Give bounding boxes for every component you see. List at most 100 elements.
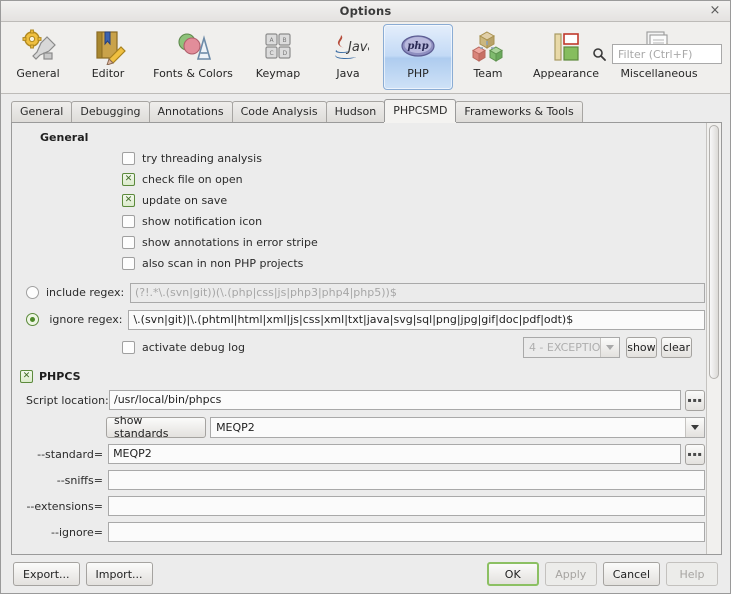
- tab-hudson[interactable]: Hudson: [326, 101, 386, 122]
- option-try-threading-analysis[interactable]: try threading analysis: [122, 148, 705, 169]
- standard-label: --standard=: [26, 448, 103, 461]
- svg-text:D: D: [283, 50, 288, 57]
- tab-general[interactable]: General: [11, 101, 72, 122]
- standard-row: --standard= MEQP2: [12, 441, 705, 467]
- category-label: Appearance: [533, 67, 599, 80]
- cancel-button[interactable]: Cancel: [603, 562, 660, 586]
- tab-code-analysis[interactable]: Code Analysis: [232, 101, 327, 122]
- debug-level-select[interactable]: 4 - EXCEPTION: [523, 337, 620, 358]
- category-label: Miscellaneous: [620, 67, 697, 80]
- close-icon[interactable]: ×: [708, 4, 722, 18]
- sniffs-input[interactable]: [108, 470, 705, 490]
- checkbox-also-scan-non-php[interactable]: [122, 257, 135, 270]
- category-php[interactable]: php PHP: [383, 24, 453, 90]
- option-show-notification-icon[interactable]: show notification icon: [122, 211, 705, 232]
- options-dialog: Options × General: [0, 0, 731, 594]
- category-label: Fonts & Colors: [153, 67, 233, 80]
- ignore-row: --ignore=: [12, 519, 705, 545]
- category-keymap[interactable]: AB CD Keymap: [243, 24, 313, 90]
- category-toolbar: General Editor Fonts & Colors: [1, 22, 730, 94]
- search-area: [592, 44, 722, 64]
- tab-phpcsmd[interactable]: PHPCSMD: [384, 99, 456, 122]
- category-fonts-colors[interactable]: Fonts & Colors: [143, 24, 243, 90]
- category-general[interactable]: General: [3, 24, 73, 90]
- extensions-label: --extensions=: [26, 500, 103, 513]
- category-editor[interactable]: Editor: [73, 24, 143, 90]
- checkbox-try-threading-analysis[interactable]: [122, 152, 135, 165]
- ignore-label: --ignore=: [26, 526, 103, 539]
- tab-debugging[interactable]: Debugging: [71, 101, 149, 122]
- settings-scroll-area: General try threading analysis check fil…: [12, 123, 721, 554]
- dialog-footer: Export... Import... OK Apply Cancel Help: [1, 555, 730, 593]
- debug-log-row: activate debug log 4 - EXCEPTION show cl…: [12, 333, 705, 361]
- checkbox-phpcs-enabled[interactable]: [20, 370, 33, 383]
- chevron-down-icon: [600, 338, 619, 357]
- help-button: Help: [666, 562, 718, 586]
- standards-select[interactable]: MEQP2: [210, 417, 705, 438]
- scrollbar-thumb[interactable]: [709, 125, 719, 379]
- show-standards-button[interactable]: show standards: [106, 417, 206, 438]
- checkbox-show-notification-icon[interactable]: [122, 215, 135, 228]
- java-icon: Java: [327, 29, 369, 65]
- activate-debug-log-label: activate debug log: [142, 341, 245, 354]
- option-check-file-on-open[interactable]: check file on open: [122, 169, 705, 190]
- standards-value: MEQP2: [211, 421, 685, 434]
- checkbox-update-on-save[interactable]: [122, 194, 135, 207]
- apply-button: Apply: [545, 562, 597, 586]
- title-bar: Options ×: [1, 1, 730, 22]
- script-location-browse-button[interactable]: [685, 390, 705, 411]
- tab-annotations[interactable]: Annotations: [149, 101, 233, 122]
- notebook-pencil-icon: [87, 29, 129, 65]
- extensions-input[interactable]: [108, 496, 705, 516]
- ok-button[interactable]: OK: [487, 562, 539, 586]
- php-icon: php: [397, 29, 439, 65]
- checkbox-show-annotations-in-error-stripe[interactable]: [122, 236, 135, 249]
- ignore-regex-row: ignore regex: \.(svn|git)|\.(phtml|html|…: [12, 306, 705, 333]
- svg-text:Java: Java: [345, 40, 369, 55]
- category-label: General: [16, 67, 59, 80]
- option-also-scan-in-non-php-projects[interactable]: also scan in non PHP projects: [122, 253, 705, 274]
- option-label: check file on open: [142, 173, 243, 186]
- search-input[interactable]: [612, 44, 722, 64]
- option-label: also scan in non PHP projects: [142, 257, 303, 270]
- import-button[interactable]: Import...: [86, 562, 153, 586]
- svg-text:B: B: [283, 37, 287, 44]
- export-button[interactable]: Export...: [13, 562, 80, 586]
- option-label: try threading analysis: [142, 152, 262, 165]
- chevron-down-icon: [685, 418, 704, 437]
- ignore-input[interactable]: [108, 522, 705, 542]
- window-title: Options: [340, 4, 392, 18]
- checkbox-activate-debug-log[interactable]: [122, 341, 135, 354]
- debug-clear-button[interactable]: clear: [661, 337, 692, 358]
- include-regex-input[interactable]: (?!.*\.(svn|git))(\.(php|css|js|php3|php…: [130, 283, 705, 303]
- category-label: PHP: [407, 67, 429, 80]
- radio-include-regex[interactable]: [26, 286, 39, 299]
- vertical-scrollbar[interactable]: [706, 123, 721, 554]
- svg-text:C: C: [270, 50, 274, 57]
- debug-level-value: 4 - EXCEPTION: [524, 341, 600, 354]
- option-update-on-save[interactable]: update on save: [122, 190, 705, 211]
- tab-frameworks-tools[interactable]: Frameworks & Tools: [455, 101, 582, 122]
- gear-wrench-icon: [17, 29, 59, 65]
- appearance-icon: [545, 29, 587, 65]
- checkbox-check-file-on-open[interactable]: [122, 173, 135, 186]
- standard-input[interactable]: MEQP2: [108, 444, 681, 464]
- standards-row: show standards MEQP2: [12, 413, 705, 441]
- settings-panel: General try threading analysis check fil…: [11, 122, 722, 555]
- category-label: Java: [336, 67, 359, 80]
- script-location-row: Script location: /usr/local/bin/phpcs: [12, 387, 705, 413]
- include-regex-label: include regex:: [46, 286, 124, 299]
- category-java[interactable]: Java Java: [313, 24, 383, 90]
- category-team[interactable]: Team: [453, 24, 523, 90]
- extensions-row: --extensions=: [12, 493, 705, 519]
- debug-show-button[interactable]: show: [626, 337, 657, 358]
- option-label: show annotations in error stripe: [142, 236, 318, 249]
- script-location-input[interactable]: /usr/local/bin/phpcs: [109, 390, 681, 410]
- option-show-annotations-in-error-stripe[interactable]: show annotations in error stripe: [122, 232, 705, 253]
- option-label: show notification icon: [142, 215, 262, 228]
- standard-browse-button[interactable]: [685, 444, 705, 465]
- ignore-regex-input[interactable]: \.(svn|git)|\.(phtml|html|xml|js|css|xml…: [128, 310, 705, 330]
- radio-ignore-regex[interactable]: [26, 313, 39, 326]
- phpcs-section-title: PHPCS: [39, 370, 81, 383]
- sniffs-label: --sniffs=: [26, 474, 103, 487]
